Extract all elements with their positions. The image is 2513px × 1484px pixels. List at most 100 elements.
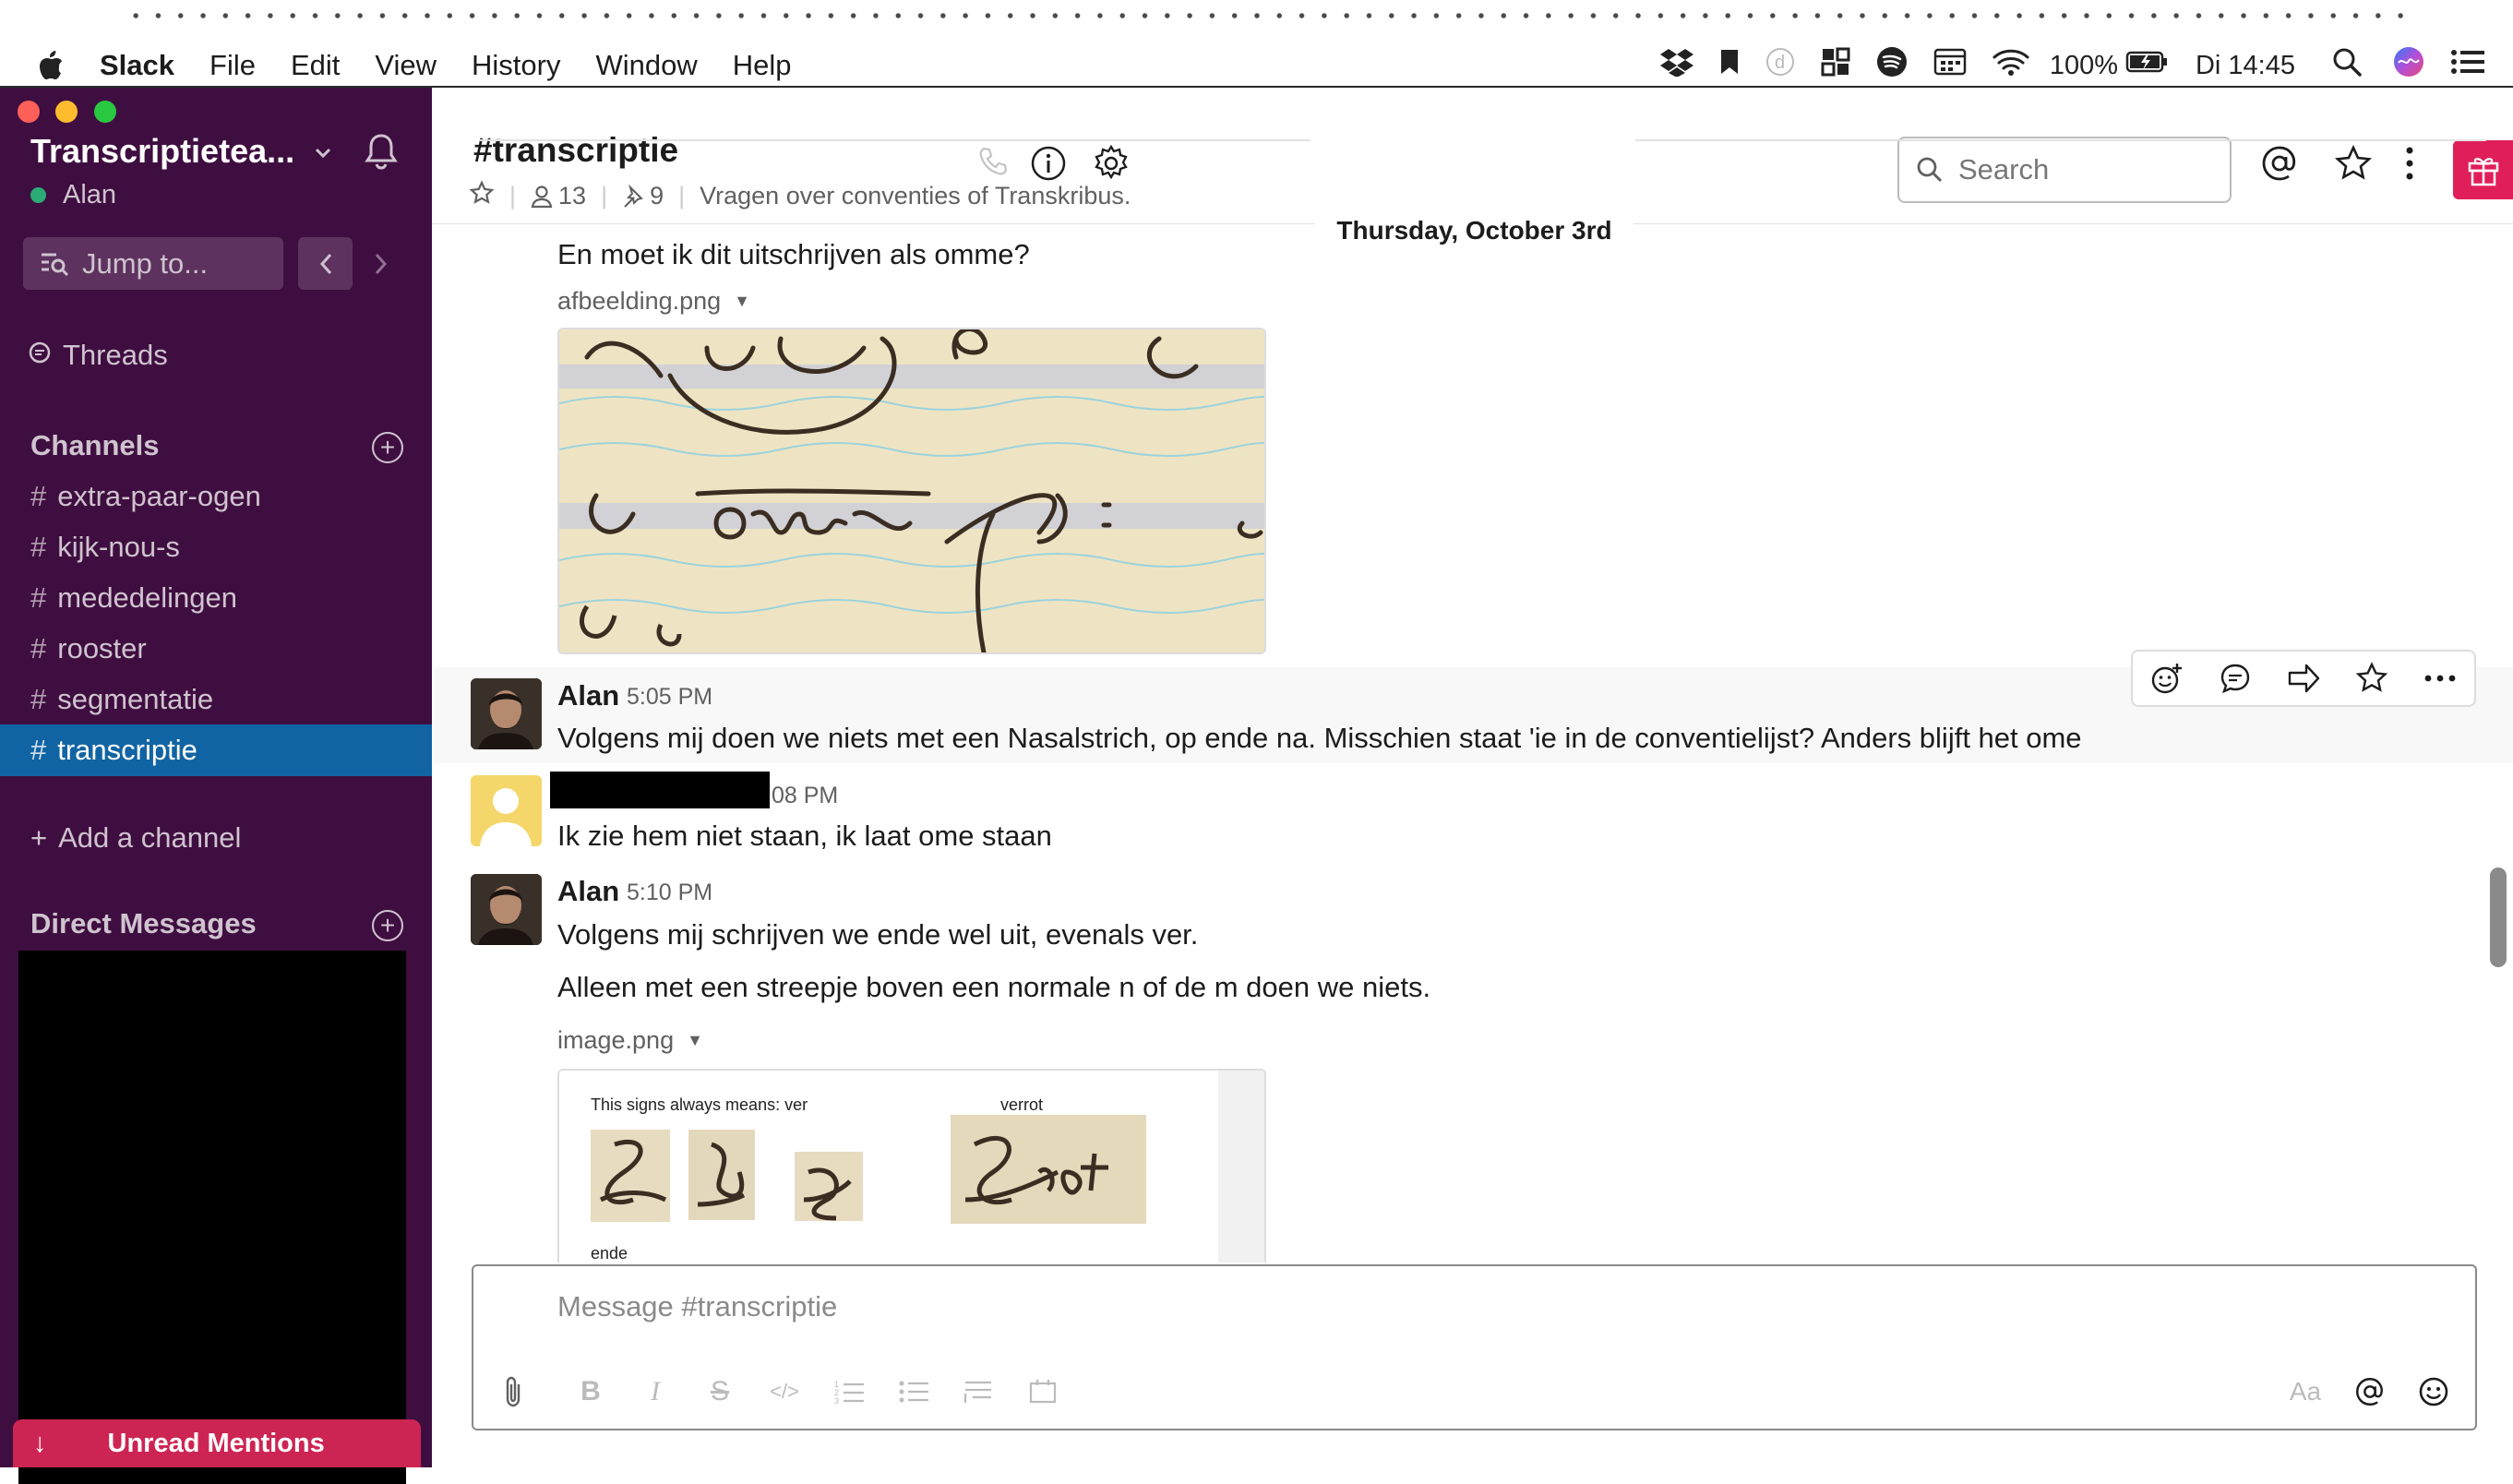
notification-center-icon[interactable] [2450,49,2485,82]
menu-app-name[interactable]: Slack [100,49,174,82]
message-author[interactable]: Alan [557,875,619,908]
start-thread-icon[interactable] [2201,652,2269,705]
wifi-icon[interactable] [1992,48,2029,83]
file-name-label: afbeelding.png [557,287,722,315]
star-message-icon[interactable] [2338,652,2406,705]
spotlight-search-icon[interactable] [2332,47,2362,84]
channel-info-icon[interactable] [1028,143,1069,184]
add-channel-link[interactable]: + Add a channel [30,821,241,855]
more-actions-icon[interactable] [2406,652,2474,705]
avatar[interactable] [471,874,542,945]
message-timestamp[interactable]: 08 PM [772,783,838,809]
blockquote-icon[interactable] [960,1373,997,1410]
hash-icon: # [30,531,47,563]
sidebar-channel-rooster[interactable]: # rooster [0,623,432,675]
menu-clock[interactable]: Di 14:45 [2196,51,2295,81]
menu-view[interactable]: View [375,49,437,82]
sidebar-channel-kijk-nou-s[interactable]: # kijk-nou-s [0,521,432,573]
calendar-icon[interactable] [1933,48,1967,83]
menu-history[interactable]: History [472,49,560,82]
ordered-list-icon[interactable]: 123 [831,1373,868,1410]
message-timestamp[interactable]: 5:05 PM [627,684,712,711]
bulleted-list-icon[interactable] [895,1373,932,1410]
sidebar-channel-extra-paar-ogen[interactable]: # extra-paar-ogen [0,471,432,522]
add-reaction-icon[interactable] [2133,652,2201,705]
phone-icon[interactable] [975,143,1011,180]
italic-icon[interactable]: I [637,1373,674,1410]
caret-down-icon[interactable]: ▼ [734,292,750,311]
mentions-at-icon[interactable] [2259,143,2300,184]
message-author[interactable]: Alan [557,679,619,712]
window-minimize-button[interactable] [55,101,78,123]
history-back-button[interactable] [298,237,353,290]
code-block-icon[interactable] [1024,1373,1061,1410]
chevron-down-icon[interactable] [314,141,332,165]
unread-mentions-button[interactable]: ↓ Unread Mentions [13,1419,421,1467]
hash-icon: # [30,581,47,614]
caret-down-icon[interactable]: ▼ [687,1031,703,1050]
search-icon [1917,157,1943,183]
sidebar-channel-mededelingen[interactable]: # mededelingen [0,572,432,624]
threads-link[interactable]: Threads [28,339,168,372]
jump-to-button[interactable]: Jump to... [23,237,283,290]
members-count[interactable]: 13 [531,182,586,210]
strikethrough-icon[interactable]: S [701,1373,738,1410]
arrow-down-icon: ↓ [33,1428,47,1458]
message-list-scrollbar[interactable] [2490,868,2507,967]
grid-app-icon[interactable] [1821,47,1850,84]
bell-icon[interactable] [363,132,400,175]
share-message-icon[interactable] [2269,652,2338,705]
window-zoom-button[interactable] [94,101,116,123]
emoji-picker-icon[interactable] [2415,1373,2452,1410]
sidebar-channel-transcriptie[interactable]: # transcriptie [0,724,432,776]
avatar[interactable] [471,678,542,749]
add-dm-plus-icon[interactable]: + [372,910,403,941]
d-circle-icon[interactable]: d [1765,47,1795,84]
bookmark-icon[interactable] [1719,48,1740,83]
siri-icon[interactable] [2393,46,2424,85]
channel-settings-gear-icon[interactable] [1091,143,1131,184]
message-text: Alleen met een streepje boven een normal… [557,971,1431,1003]
jump-to-label: Jump to... [82,246,209,280]
starred-items-icon[interactable] [2333,143,2374,184]
sidebar-channel-segmentatie[interactable]: # segmentatie [0,674,432,725]
channels-section-title[interactable]: Channels [30,429,160,462]
attached-image-image[interactable]: This signs always means: ver verrot ende [557,1069,1266,1263]
spotify-icon[interactable] [1876,46,1908,85]
window-close-button[interactable] [18,101,40,123]
team-name[interactable]: Transcriptietea... [30,132,294,171]
direct-messages-section-title[interactable]: Direct Messages [30,907,257,940]
dropbox-icon[interactable] [1659,47,1693,84]
day-divider-label[interactable]: Thursday, October 3rd [1315,212,1633,249]
channel-title[interactable]: #transcriptie [473,131,678,170]
menu-help[interactable]: Help [733,49,792,82]
avatar[interactable] [471,775,542,846]
attach-paperclip-icon[interactable] [496,1373,533,1410]
channel-topic[interactable]: Vragen over conventies of Transkribus. [700,182,1131,210]
redacted-direct-messages-list [18,951,406,1484]
file-name[interactable]: image.png ▼ [557,1026,703,1055]
apple-menu-icon[interactable] [37,50,65,81]
attached-image-afbeelding[interactable] [557,328,1266,654]
star-icon[interactable] [469,180,495,212]
search-input[interactable]: Search [1897,137,2232,203]
file-name-label: image.png [557,1026,675,1054]
channel-label: segmentatie [57,683,214,715]
more-options-icon[interactable] [2396,143,2423,184]
mention-at-icon[interactable] [2351,1373,2388,1410]
bold-icon[interactable]: B [572,1373,609,1410]
current-user[interactable]: Alan [30,180,116,210]
gift-icon[interactable] [2453,140,2513,199]
add-channel-plus-icon[interactable]: + [372,432,403,463]
message-timestamp[interactable]: 5:10 PM [627,880,712,906]
menu-file[interactable]: File [209,49,256,82]
battery-charging-icon[interactable] [2125,50,2168,81]
file-name[interactable]: afbeelding.png ▼ [557,287,750,316]
pinned-count[interactable]: 9 [622,182,664,210]
message-input-placeholder[interactable]: Message #transcriptie [557,1290,837,1323]
menu-edit[interactable]: Edit [291,49,340,82]
menu-window[interactable]: Window [595,49,697,82]
formatting-toggle-button[interactable]: Aa [2285,1373,2326,1410]
code-icon[interactable]: </> [766,1373,803,1410]
history-forward-button[interactable] [353,237,408,290]
